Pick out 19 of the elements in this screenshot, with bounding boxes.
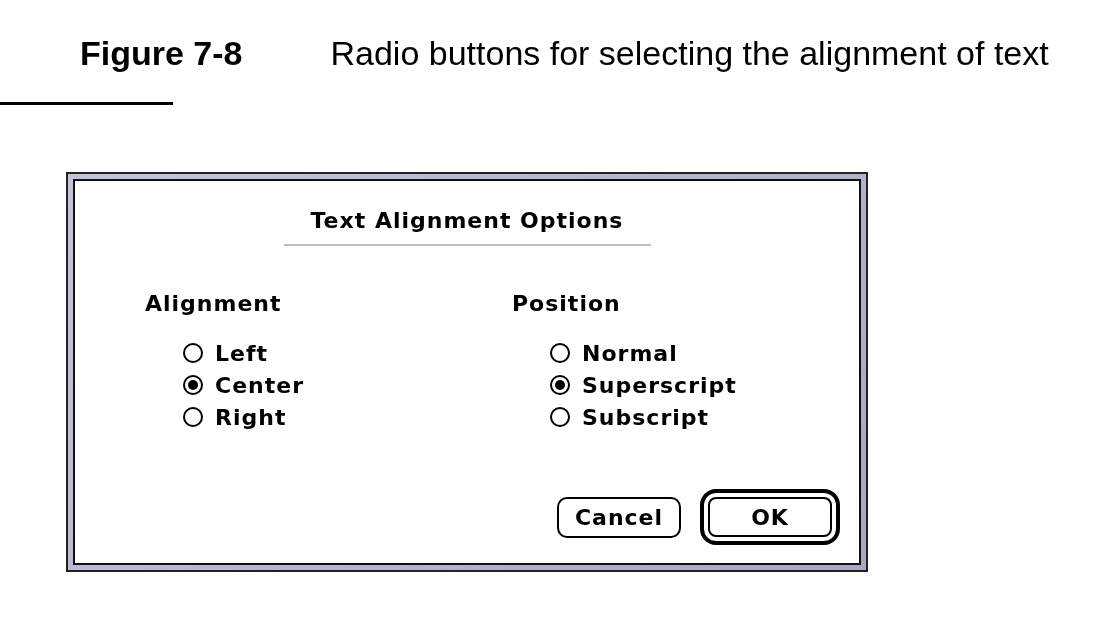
group-label: Position — [512, 291, 622, 317]
dialog-title: Text Alignment Options — [283, 208, 651, 246]
radio-icon[interactable] — [183, 343, 203, 363]
dialog-button[interactable]: Cancel — [557, 496, 681, 538]
default-button[interactable]: OK — [700, 489, 840, 545]
radio-checked-icon[interactable] — [183, 375, 203, 395]
radio-option[interactable]: Normal — [550, 337, 678, 369]
radio-option[interactable]: Superscript — [550, 369, 737, 401]
figure-number: Figure 7-8 — [80, 33, 243, 73]
radio-option[interactable]: Subscript — [550, 401, 710, 433]
figure-caption: Radio buttons for selecting the alignment of text — [330, 33, 1049, 73]
radio-icon[interactable] — [550, 343, 570, 363]
radio-icon[interactable] — [183, 407, 203, 427]
radio-option[interactable]: Left — [183, 337, 269, 369]
radio-option[interactable]: Center — [183, 369, 304, 401]
radio-icon[interactable] — [550, 407, 570, 427]
radio-checked-icon[interactable] — [550, 375, 570, 395]
group-label: Alignment — [145, 291, 283, 317]
radio-option[interactable]: Right — [183, 401, 287, 433]
